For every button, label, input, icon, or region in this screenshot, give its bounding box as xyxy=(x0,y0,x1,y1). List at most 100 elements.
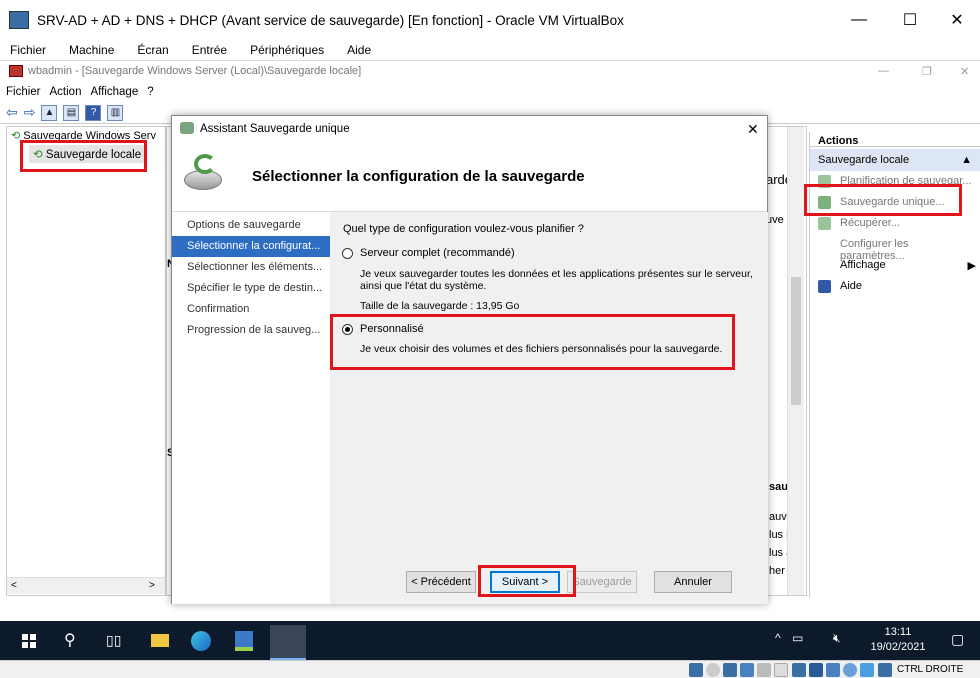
tree-root[interactable]: ⟲ Sauvegarde Windows Serv xyxy=(11,129,161,142)
backup-icon: ⟲ xyxy=(33,149,43,161)
step-confirmation[interactable]: Confirmation xyxy=(172,299,330,320)
back-arrow-icon[interactable]: ⇦ xyxy=(6,104,18,121)
recover-icon xyxy=(818,217,831,230)
step-destination[interactable]: Spécifier le type de destin... xyxy=(172,278,330,299)
dialog-close-icon[interactable]: ✕ xyxy=(747,121,759,138)
mouse-integration-icon[interactable] xyxy=(860,663,874,677)
edge-icon[interactable] xyxy=(191,631,211,651)
wb-menu-fichier[interactable]: Fichier xyxy=(6,86,41,98)
dialog-header: Sélectionner la configuration de la sauv… xyxy=(172,142,767,212)
tree-hscroll[interactable]: < > xyxy=(7,577,165,594)
backup-button[interactable]: Sauvegarde xyxy=(567,571,637,593)
menu-aide[interactable]: Aide xyxy=(347,43,371,57)
step-configuration[interactable]: Sélectionner la configurat... xyxy=(172,236,330,257)
network-icon[interactable]: ▭ xyxy=(792,631,803,645)
dialog-title: Assistant Sauvegarde unique xyxy=(200,123,350,135)
vbox-menubar: Fichier Machine Écran Entrée Périphériqu… xyxy=(0,40,980,60)
action-planification[interactable]: Planification de sauvegar... xyxy=(810,171,980,192)
tree-root-label: Sauvegarde Windows Serv xyxy=(23,130,156,142)
maximize-icon[interactable]: ☐ xyxy=(887,0,933,40)
result-vscroll[interactable] xyxy=(787,127,804,595)
wb-menu-affichage[interactable]: Affichage xyxy=(90,86,138,98)
step-progression[interactable]: Progression de la sauveg... xyxy=(172,320,330,341)
notifications-icon[interactable]: ▢ xyxy=(951,631,964,648)
audio-status-icon[interactable] xyxy=(723,663,737,677)
disk-backup-icon xyxy=(180,152,226,198)
vbox-statusbar: CTRL DROITE xyxy=(0,660,980,678)
step-elements[interactable]: Sélectionner les éléments... xyxy=(172,257,330,278)
previous-button[interactable]: < Précédent xyxy=(406,571,476,593)
usb-status-icon[interactable] xyxy=(757,663,771,677)
vbox-app-icon xyxy=(9,11,29,29)
actions-section-label: Sauvegarde locale xyxy=(818,154,910,166)
backup-size: Taille de la sauvegarde : 13,95 Go xyxy=(360,300,520,312)
shared-folders-icon[interactable] xyxy=(774,663,788,677)
radio-serveur-complet-label[interactable]: Serveur complet (recommandé) xyxy=(360,247,515,259)
action-aide[interactable]: Aide xyxy=(810,276,980,297)
wbadmin-close-icon[interactable]: ✕ xyxy=(960,65,969,78)
menu-entree[interactable]: Entrée xyxy=(192,43,227,57)
next-button[interactable]: Suivant > xyxy=(490,571,560,593)
search-icon[interactable]: ⚲ xyxy=(64,630,76,650)
tray-chevron-icon[interactable]: ^ xyxy=(775,631,781,645)
virtualization-icon[interactable] xyxy=(826,663,840,677)
menu-peripheriques[interactable]: Périphériques xyxy=(250,43,324,57)
minimize-icon[interactable]: — xyxy=(836,0,882,40)
result-frag: uve xyxy=(766,214,784,226)
show-hide-tree-icon[interactable]: ▤ xyxy=(63,104,80,121)
volume-muted-icon[interactable]: 🔇︎ xyxy=(833,631,841,646)
wbadmin-titlebar: wbadmin - [Sauvegarde Windows Server (Lo… xyxy=(0,60,980,82)
wbadmin-task-icon[interactable] xyxy=(270,625,306,660)
wbadmin-title: wbadmin - [Sauvegarde Windows Server (Lo… xyxy=(28,65,362,77)
optical-status-icon[interactable] xyxy=(706,663,720,677)
wb-menu-action[interactable]: Action xyxy=(50,86,82,98)
hdd-status-icon[interactable] xyxy=(689,663,703,677)
wb-menu-help[interactable]: ? xyxy=(147,86,153,98)
file-explorer-icon[interactable] xyxy=(151,634,169,647)
clock[interactable]: 13:11 19/02/2021 xyxy=(858,625,938,655)
backup-wizard-dialog: Assistant Sauvegarde unique ✕ Sélectionn… xyxy=(171,115,768,604)
tree-item-sauvegarde-locale[interactable]: ⟲ Sauvegarde locale xyxy=(29,145,146,163)
close-icon[interactable]: ✕ xyxy=(934,0,980,40)
wbadmin-minimize-icon[interactable]: — xyxy=(878,65,889,77)
action-recuperer[interactable]: Récupérer... xyxy=(810,213,980,234)
result-frag: sau xyxy=(769,481,788,493)
action-configurer[interactable]: Configurer les paramètres... xyxy=(810,234,980,262)
help-icon[interactable]: ? xyxy=(85,104,102,121)
wbadmin-menubar: Fichier Action Affichage ? xyxy=(0,82,980,102)
option1-desc2: ainsi que l'état du système. xyxy=(360,280,487,292)
wizard-content: Quel type de configuration voulez-vous p… xyxy=(330,212,768,604)
step-options[interactable]: Options de sauvegarde xyxy=(172,215,330,236)
cancel-button[interactable]: Annuler xyxy=(654,571,732,593)
windows-start-icon[interactable] xyxy=(22,634,36,648)
action-affichage[interactable]: Affichage ▶ xyxy=(810,255,980,276)
action-label: Sauvegarde unique... xyxy=(840,196,945,208)
radio-personnalise-label[interactable]: Personnalisé xyxy=(360,323,424,335)
radio-serveur-complet[interactable] xyxy=(342,248,353,259)
folder-up-icon[interactable]: ▲ xyxy=(41,104,58,121)
show-hide-action-icon[interactable]: ▥ xyxy=(107,104,124,121)
cpu-icon[interactable] xyxy=(843,663,857,677)
display-status-icon[interactable] xyxy=(792,663,806,677)
server-manager-icon[interactable] xyxy=(235,631,253,651)
wbadmin-icon xyxy=(9,65,23,77)
menu-ecran[interactable]: Écran xyxy=(137,43,168,57)
option2-desc: Je veux choisir des volumes et des fichi… xyxy=(360,343,723,355)
action-sauvegarde-unique[interactable]: Sauvegarde unique... xyxy=(810,192,980,213)
network-status-icon[interactable] xyxy=(740,663,754,677)
menu-machine[interactable]: Machine xyxy=(69,43,114,57)
radio-personnalise[interactable] xyxy=(342,324,353,335)
host-key-label: CTRL DROITE xyxy=(897,664,964,675)
forward-arrow-icon[interactable]: ⇨ xyxy=(24,104,36,121)
schedule-icon xyxy=(818,175,831,188)
action-label: Aide xyxy=(840,280,863,292)
task-view-icon[interactable]: ▯▯ xyxy=(106,632,121,649)
window-title: SRV-AD + AD + DNS + DHCP (Avant service … xyxy=(37,12,624,28)
video-capture-icon[interactable] xyxy=(809,663,823,677)
menu-fichier[interactable]: Fichier xyxy=(10,43,46,57)
help-icon xyxy=(818,280,831,293)
host-key-icon[interactable] xyxy=(878,663,892,677)
wbadmin-restore-icon[interactable]: ❐ xyxy=(922,65,932,78)
actions-section[interactable]: Sauvegarde locale ▲ xyxy=(810,149,980,171)
action-label: Planification de sauvegar... xyxy=(840,175,972,187)
